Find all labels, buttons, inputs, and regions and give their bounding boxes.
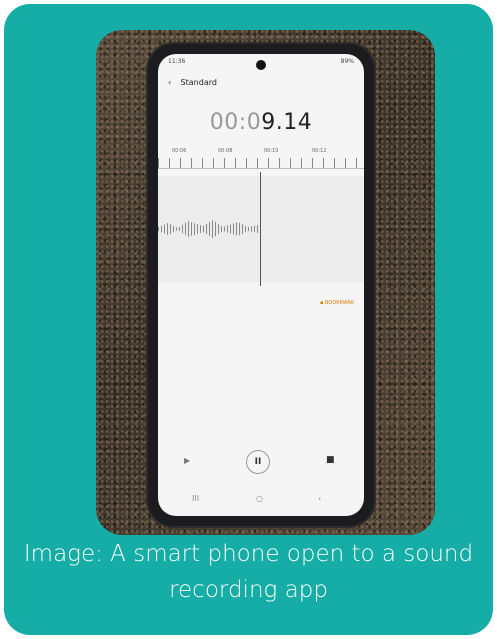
timer-main: 9.14 <box>261 110 313 135</box>
back-nav-icon[interactable]: ‹ <box>318 494 321 503</box>
ruler-label: 00:08 <box>218 148 233 154</box>
ruler-label: 00:10 <box>264 148 279 154</box>
home-icon[interactable]: ○ <box>256 494 263 503</box>
waveform-area <box>158 176 364 282</box>
pause-icon[interactable]: II <box>246 450 270 474</box>
playhead <box>260 172 261 286</box>
status-time: 11:36 <box>168 58 186 65</box>
back-arrow-icon[interactable]: ‹ <box>168 78 178 87</box>
phone-photo: 11:36 89% ‹ Standard 00:09.14 00:06 00:0… <box>96 30 435 535</box>
recents-icon[interactable]: III <box>192 494 199 503</box>
ruler-ticks <box>158 158 364 169</box>
time-ruler: 00:06 00:08 00:10 00:12 <box>158 148 364 178</box>
play-icon[interactable]: ▶ <box>184 456 190 465</box>
status-bar: 11:36 89% <box>168 58 354 68</box>
phone-screen: 11:36 89% ‹ Standard 00:09.14 00:06 00:0… <box>158 54 364 516</box>
app-bar: ‹ Standard <box>168 78 217 94</box>
ruler-label: 00:06 <box>172 148 187 154</box>
timer-dim: 00:0 <box>209 110 262 135</box>
recording-timer: 00:09.14 <box>158 110 364 135</box>
recording-mode-title: Standard <box>180 78 217 87</box>
stop-icon[interactable]: ■ <box>326 455 335 465</box>
playback-controls: ▶ II ■ <box>158 450 364 474</box>
navigation-bar: III ○ ‹ <box>158 494 364 508</box>
image-caption: Image: A smart phone open to a sound rec… <box>23 541 474 603</box>
bookmark-button[interactable]: ▪ BOOKMARK <box>320 300 354 306</box>
bookmark-label: BOOKMARK <box>325 300 354 306</box>
teal-card: 11:36 89% ‹ Standard 00:09.14 00:06 00:0… <box>4 4 493 635</box>
battery-level: 89% <box>340 58 354 65</box>
waveform <box>158 220 258 238</box>
ruler-label: 00:12 <box>312 148 327 154</box>
smartphone: 11:36 89% ‹ Standard 00:09.14 00:06 00:0… <box>148 44 374 526</box>
